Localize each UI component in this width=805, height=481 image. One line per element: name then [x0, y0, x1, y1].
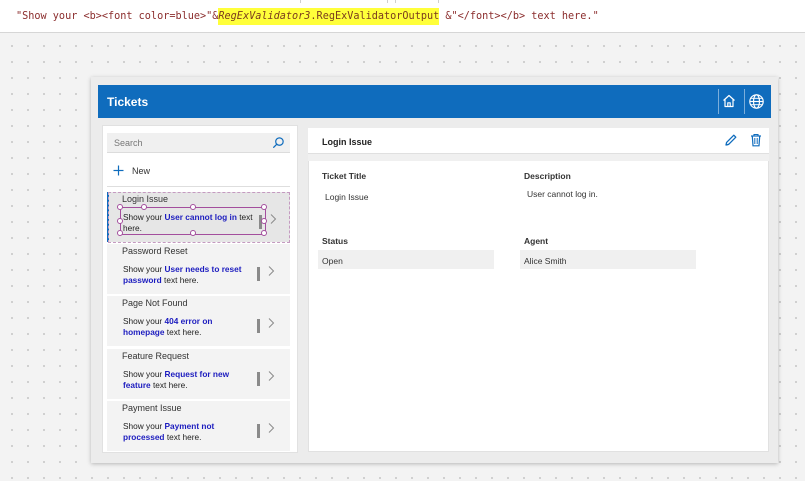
- summary-suffix: text here.: [164, 432, 202, 442]
- detail-header-spacer: [308, 154, 769, 161]
- formula-pre: "Show your <b><font color=blue>"&: [16, 11, 219, 22]
- item-scroll-indicator: [257, 372, 260, 386]
- new-ticket-button[interactable]: New: [113, 164, 150, 178]
- resize-handle[interactable]: [261, 230, 267, 236]
- description-label: Description: [524, 171, 571, 181]
- chevron-right-icon[interactable]: [269, 212, 277, 230]
- resize-handle[interactable]: [117, 230, 123, 236]
- ticket-list-item[interactable]: Payment Issue Show your Payment not proc…: [107, 401, 290, 451]
- summary-prefix: Show your: [123, 264, 165, 274]
- ticket-item-title: Page Not Found: [122, 298, 188, 308]
- resize-handle[interactable]: [190, 204, 196, 210]
- list-divider: [107, 186, 290, 187]
- item-scroll-indicator: [257, 267, 260, 281]
- description-value: User cannot log in.: [527, 189, 598, 199]
- delete-icon[interactable]: [750, 133, 762, 152]
- resize-handle[interactable]: [190, 230, 196, 236]
- chevron-right-icon[interactable]: [267, 264, 275, 282]
- resize-handle[interactable]: [261, 218, 267, 224]
- ticket-item-title: Login Issue: [122, 194, 169, 204]
- summary-suffix: text here.: [164, 327, 202, 337]
- ticket-item-summary: Show your Payment not processed text her…: [123, 421, 253, 443]
- detail-header: Login Issue: [308, 128, 769, 154]
- app-header: Tickets: [98, 85, 771, 118]
- ticket-title-label: Ticket Title: [322, 171, 367, 181]
- status-value: Open: [322, 256, 343, 266]
- plus-icon: [113, 165, 124, 178]
- resize-handle[interactable]: [117, 218, 123, 224]
- formula-highlight-plain: .RegExValidatorOutput: [310, 8, 440, 25]
- summary-prefix: Show your: [123, 421, 165, 431]
- new-button-label: New: [132, 166, 151, 176]
- resize-handle[interactable]: [141, 204, 147, 210]
- ticket-item-summary: Show your User needs to reset password t…: [123, 264, 253, 286]
- detail-title: Login Issue: [322, 137, 373, 147]
- ticket-list-item[interactable]: Feature Request Show your Request for ne…: [107, 349, 290, 399]
- summary-suffix: text here.: [150, 380, 188, 390]
- agent-value: Alice Smith: [524, 256, 567, 266]
- formula-tab-edge: [395, 0, 439, 3]
- search-input[interactable]: Search: [107, 133, 290, 153]
- item-scroll-indicator: [257, 319, 260, 333]
- status-label: Status: [322, 236, 348, 246]
- agent-label: Agent: [524, 236, 549, 246]
- ticket-title-value: Login Issue: [325, 192, 369, 202]
- resize-handle[interactable]: [117, 204, 123, 210]
- chevron-right-icon[interactable]: [267, 316, 275, 334]
- ticket-item-title: Feature Request: [122, 351, 190, 361]
- ticket-list-item[interactable]: Password Reset Show your User needs to r…: [107, 244, 290, 294]
- formula-highlight-italic: RegExValidator3: [218, 8, 311, 25]
- chevron-right-icon[interactable]: [267, 369, 275, 387]
- ticket-item-summary: Show your 404 error on homepage text her…: [123, 316, 253, 338]
- edit-icon[interactable]: [724, 133, 738, 152]
- formula-tab-edge: [300, 0, 388, 3]
- summary-prefix: Show your: [123, 369, 165, 379]
- ticket-item-title: Password Reset: [122, 246, 188, 256]
- globe-icon[interactable]: [745, 90, 767, 112]
- resize-handle[interactable]: [261, 204, 267, 210]
- formula-bar[interactable]: "Show your <b><font color=blue>"&RegExVa…: [0, 0, 805, 33]
- ticket-list-item[interactable]: Page Not Found Show your 404 error on ho…: [107, 296, 290, 346]
- item-scroll-indicator: [257, 424, 260, 438]
- status-field: [318, 250, 494, 269]
- formula-expression[interactable]: "Show your <b><font color=blue>"&RegExVa…: [16, 8, 599, 25]
- search-placeholder: Search: [114, 138, 143, 148]
- formula-post: &"</font></b> text here.": [439, 11, 599, 22]
- app-title: Tickets: [107, 95, 149, 109]
- chevron-right-icon[interactable]: [267, 421, 275, 439]
- ticket-item-summary: Show your Request for new feature text h…: [123, 369, 253, 391]
- search-icon[interactable]: [272, 136, 285, 154]
- home-icon[interactable]: [718, 90, 740, 112]
- ticket-item-title: Payment Issue: [122, 403, 182, 413]
- summary-suffix: text here.: [161, 275, 199, 285]
- selected-control-frame[interactable]: [117, 204, 267, 236]
- summary-prefix: Show your: [123, 316, 165, 326]
